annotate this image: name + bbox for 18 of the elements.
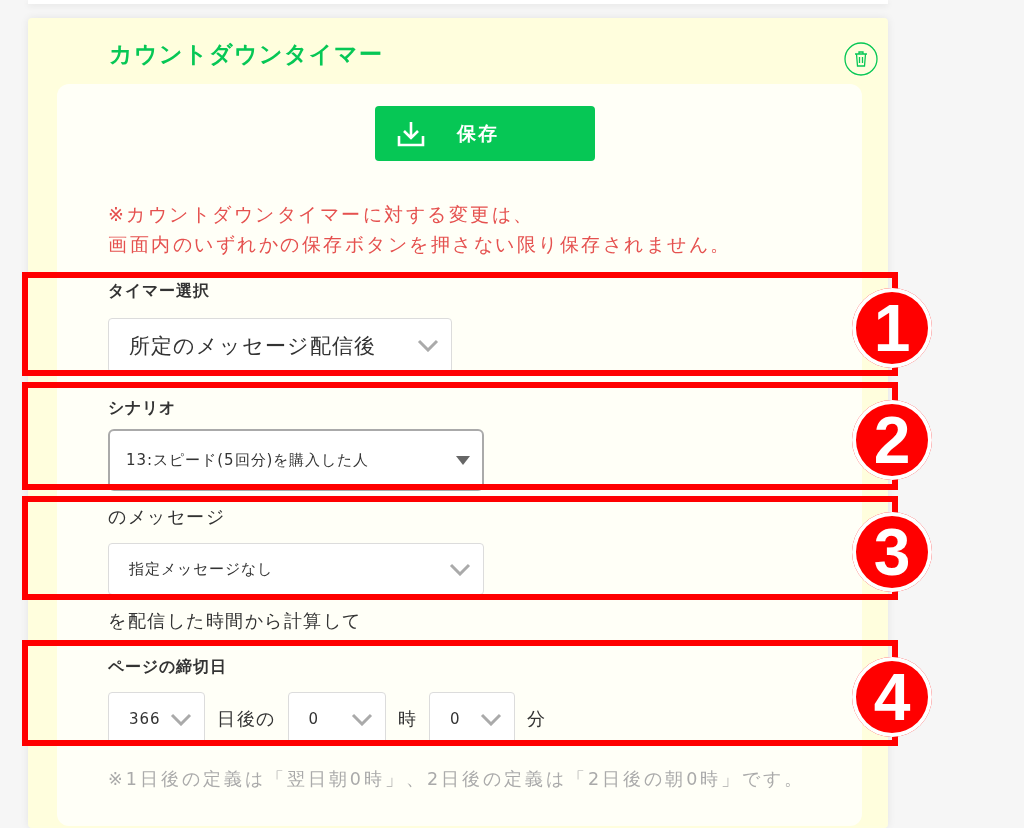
field-label: ページの締切日 xyxy=(108,657,228,678)
unit-label: 分 xyxy=(527,708,547,731)
select-field[interactable]: 所定のメッセージ配信後 xyxy=(108,318,452,373)
card-title: カウントダウンタイマー xyxy=(109,39,383,69)
field-label: のメッセージ xyxy=(108,506,226,529)
select-field[interactable]: 指定メッセージなし xyxy=(108,543,484,595)
annotation-number: 4 xyxy=(852,657,932,737)
field-label: タイマー選択 xyxy=(108,281,211,302)
footnote-text: ※1日後の定義は「翌日朝0時」、2日後の定義は「2日後の朝0時」です。 xyxy=(108,768,807,791)
annotation-number: 3 xyxy=(852,512,932,592)
annotation-number: 1 xyxy=(852,288,932,368)
warning-text: ※カウントダウンタイマーに対する変更は、 画面内のいずれかの保存ボタンを押さない限り保存されません。 xyxy=(108,202,733,257)
select-field[interactable]: 13:スピード(5回分)を購入した人 xyxy=(108,429,484,491)
unit-label: 時 xyxy=(397,708,417,731)
annotation-number: 2 xyxy=(852,400,932,480)
field-label: シナリオ xyxy=(108,398,177,419)
unit-label: 日後の xyxy=(217,708,276,731)
description-text: を配信した時間から計算して xyxy=(108,610,363,633)
